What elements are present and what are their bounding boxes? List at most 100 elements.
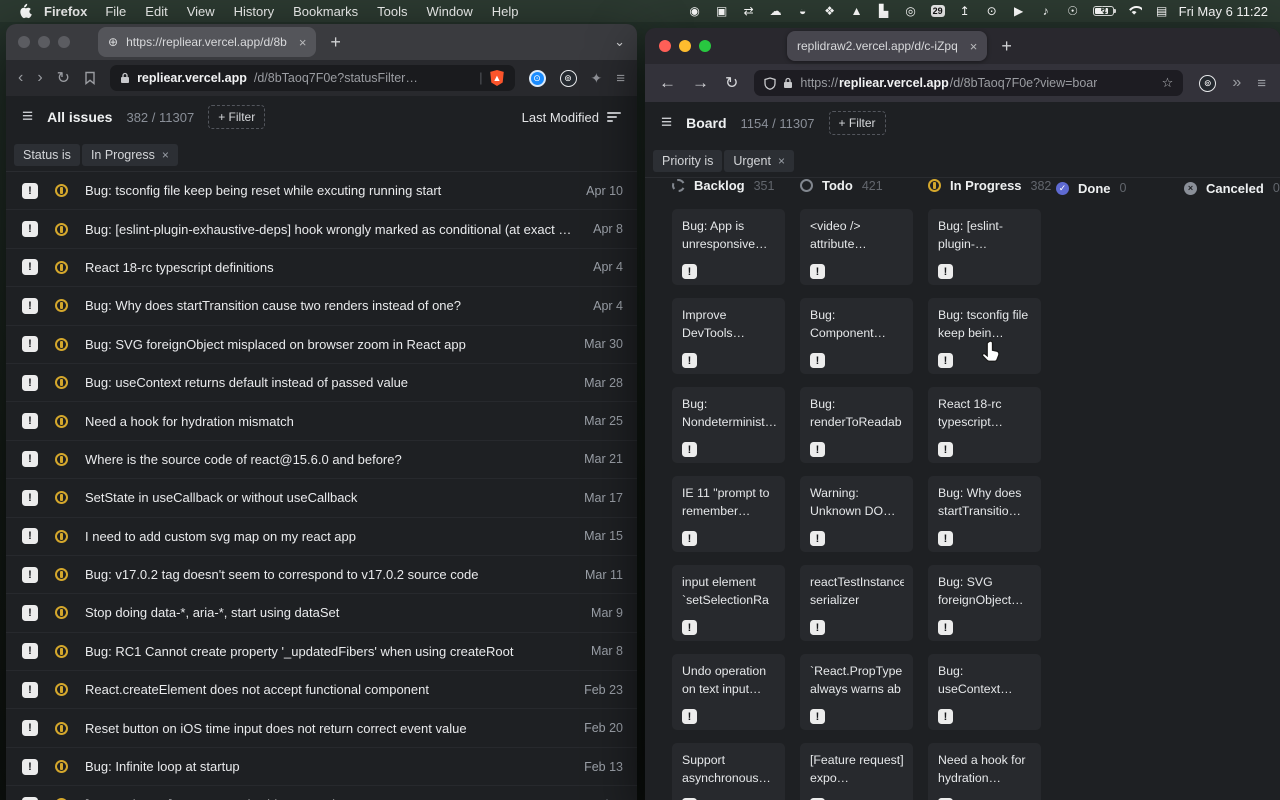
issue-row[interactable]: ! Bug: RC1 Cannot create property '_upda… xyxy=(6,633,637,671)
cloud-icon[interactable]: ☁ xyxy=(769,4,783,19)
battery-charging-icon[interactable]: ↯ xyxy=(1093,4,1114,19)
back-button[interactable]: ← xyxy=(659,73,676,93)
docker-icon[interactable]: ◒ xyxy=(796,4,810,19)
menubar-menu-window[interactable]: Window xyxy=(427,4,473,19)
issue-row[interactable]: ! Bug: [eslint-plugin-exhaustive-deps] h… xyxy=(6,210,637,248)
status-in-progress-icon[interactable] xyxy=(55,606,68,619)
new-tab-button[interactable]: + xyxy=(330,32,341,53)
tab-close-icon[interactable]: × xyxy=(299,35,307,50)
priority-urgent-icon[interactable]: ! xyxy=(22,567,38,583)
status-in-progress-icon[interactable] xyxy=(55,568,68,581)
status-in-progress-icon[interactable] xyxy=(55,223,68,236)
issue-row[interactable]: ! Bug: v17.0.2 tag doesn't seem to corre… xyxy=(6,556,637,594)
sort-control[interactable]: Last Modified xyxy=(522,110,621,125)
remove-filter-icon[interactable]: × xyxy=(778,154,785,168)
priority-urgent-icon[interactable]: ! xyxy=(22,643,38,659)
one-password-extension-icon[interactable]: ⊙ xyxy=(529,70,546,87)
apple-logo-icon[interactable] xyxy=(18,3,34,19)
board-card[interactable]: Bug: [eslint- plugin-… ! xyxy=(928,209,1041,285)
board-card[interactable]: IE 11 "prompt to remember… ! xyxy=(672,476,785,552)
issue-row[interactable]: ! React 18-rc typescript definitions Apr… xyxy=(6,249,637,287)
camera-icon[interactable]: ▣ xyxy=(715,4,729,19)
filter-value-chip[interactable]: Urgent × xyxy=(724,150,794,172)
forward-button[interactable]: › xyxy=(37,69,42,87)
calendar-icon[interactable]: 29 xyxy=(931,4,945,19)
dropbox-icon[interactable]: ❖ xyxy=(823,4,837,19)
forward-button[interactable]: → xyxy=(692,73,709,93)
board-card[interactable]: Bug: renderToReadab ! xyxy=(800,387,913,463)
remove-filter-icon[interactable]: × xyxy=(162,148,169,162)
new-tab-button[interactable]: + xyxy=(1001,36,1012,57)
minimize-window-button[interactable] xyxy=(679,40,691,52)
issue-row[interactable]: ! I need to add custom svg map on my rea… xyxy=(6,518,637,556)
board-card[interactable]: reactTestInstance serializer ! xyxy=(800,565,913,641)
board-card[interactable]: Bug: tsconfig file keep bein… ! xyxy=(928,298,1041,374)
priority-urgent-icon[interactable]: ! xyxy=(938,353,953,368)
board-card[interactable]: Bug: Component… ! xyxy=(800,298,913,374)
screen-record-icon[interactable]: ◉ xyxy=(688,4,702,19)
issue-row[interactable]: ! Bug: tsconfig file keep being reset wh… xyxy=(6,172,637,210)
board-card[interactable]: Need a hook for hydration… ! xyxy=(928,743,1041,800)
priority-urgent-icon[interactable]: ! xyxy=(682,442,697,457)
right-menu-icon[interactable]: ≡ xyxy=(1257,75,1266,92)
board-card[interactable]: Warning: Unknown DO… ! xyxy=(800,476,913,552)
board-card[interactable]: Undo operation on text input… ! xyxy=(672,654,785,730)
board-card[interactable]: Bug: useContext… ! xyxy=(928,654,1041,730)
priority-urgent-icon[interactable]: ! xyxy=(810,353,825,368)
issue-row[interactable]: ! Bug: Why does startTransition cause tw… xyxy=(6,287,637,325)
issue-row[interactable]: ! Reset button on iOS time input does no… xyxy=(6,709,637,747)
filter-value-chip[interactable]: In Progress × xyxy=(82,144,178,166)
board-card[interactable]: Bug: App is unresponsive… ! xyxy=(672,209,785,285)
priority-urgent-icon[interactable]: ! xyxy=(682,353,697,368)
right-traffic-lights[interactable] xyxy=(659,40,711,52)
board-card[interactable]: Bug: Nondeterminist… ! xyxy=(672,387,785,463)
priority-urgent-icon[interactable]: ! xyxy=(22,259,38,275)
status-in-progress-icon[interactable] xyxy=(55,184,68,197)
left-menu-icon[interactable]: ≡ xyxy=(616,70,625,87)
status-in-progress-icon[interactable] xyxy=(55,338,68,351)
left-traffic-lights[interactable] xyxy=(18,36,70,48)
issue-row[interactable]: ! Need a hook for hydration mismatch Mar… xyxy=(6,402,637,440)
reload-button[interactable]: ↻ xyxy=(725,73,738,93)
issue-row[interactable]: ! [DevTools Bug] Unsupported Bridge oper… xyxy=(6,786,637,800)
priority-urgent-icon[interactable]: ! xyxy=(22,298,38,314)
status-in-progress-icon[interactable] xyxy=(55,453,68,466)
priority-urgent-icon[interactable]: ! xyxy=(22,528,38,544)
board-card[interactable]: Improve DevTools… ! xyxy=(672,298,785,374)
priority-urgent-icon[interactable]: ! xyxy=(938,531,953,546)
menubar-menu-edit[interactable]: Edit xyxy=(145,4,167,19)
priority-urgent-icon[interactable]: ! xyxy=(682,264,697,279)
status-in-progress-icon[interactable] xyxy=(55,530,68,543)
board-card[interactable]: Support asynchronous… ! xyxy=(672,743,785,800)
issue-row[interactable]: ! Bug: Infinite loop at startup Feb 13 xyxy=(6,748,637,786)
zoom-window-button[interactable] xyxy=(58,36,70,48)
reload-button[interactable]: ↻ xyxy=(57,68,70,88)
priority-urgent-icon[interactable]: ! xyxy=(22,490,38,506)
priority-urgent-icon[interactable]: ! xyxy=(22,221,38,237)
board-card[interactable]: React 18-rc typescript… ! xyxy=(928,387,1041,463)
priority-urgent-icon[interactable]: ! xyxy=(22,682,38,698)
zoom-window-button[interactable] xyxy=(699,40,711,52)
board-card[interactable]: `React.PropType always warns ab ! xyxy=(800,654,913,730)
wifi-icon[interactable] xyxy=(1127,4,1142,19)
bookmark-icon[interactable] xyxy=(84,71,96,85)
status-in-progress-icon[interactable] xyxy=(55,760,68,773)
menubar-menu-bookmarks[interactable]: Bookmarks xyxy=(293,4,358,19)
tab-close-icon[interactable]: × xyxy=(970,39,978,54)
right-url-bar[interactable]: https://repliear.vercel.app/d/8bTaoq7F0e… xyxy=(754,70,1183,96)
menubar-menu-help[interactable]: Help xyxy=(492,4,519,19)
back-button[interactable]: ‹ xyxy=(18,69,23,87)
priority-urgent-icon[interactable]: ! xyxy=(22,759,38,775)
close-window-button[interactable] xyxy=(659,40,671,52)
one-password-icon[interactable]: ◎ xyxy=(904,4,918,19)
menubar-menu-file[interactable]: File xyxy=(105,4,126,19)
minimize-window-button[interactable] xyxy=(38,36,50,48)
profile-switcher-icon[interactable]: ▤ xyxy=(1155,4,1169,19)
left-browser-tab[interactable]: ⊕ https://repliear.vercel.app/d/8b × xyxy=(98,27,316,57)
bookmark-star-icon[interactable]: ☆ xyxy=(1162,75,1174,91)
github-extension-icon[interactable]: ⊚ xyxy=(1199,75,1216,92)
priority-urgent-icon[interactable]: ! xyxy=(810,531,825,546)
board-card[interactable]: input element `setSelectionRa ! xyxy=(672,565,785,641)
status-in-progress-icon[interactable] xyxy=(55,683,68,696)
status-in-progress-icon[interactable] xyxy=(55,491,68,504)
